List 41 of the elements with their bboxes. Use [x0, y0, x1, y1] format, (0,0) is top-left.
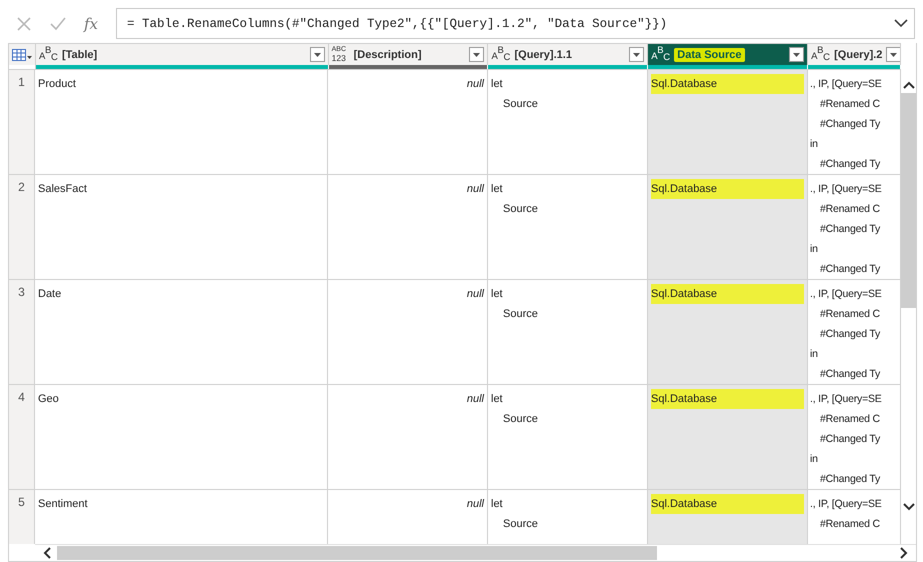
row-number: 1 [9, 70, 35, 174]
text-type-label: AB C [811, 46, 830, 63]
text-type-label: AB C [38, 46, 58, 63]
table-cell: Sql.Database [648, 175, 808, 279]
scroll-up-icon[interactable] [902, 81, 914, 89]
table-cell: ., IP, [Query=SE #Renamed C #Changed Ty in #Changed Ty [808, 385, 901, 489]
table-cell: Sql.Database [648, 385, 808, 489]
dropdown-icon[interactable] [789, 47, 804, 62]
dropdown-icon[interactable] [469, 47, 484, 62]
table-menu-icon[interactable] [12, 48, 32, 60]
scroll-left-icon[interactable] [43, 547, 51, 559]
table-cell: null [328, 70, 488, 174]
table-cell: null [328, 280, 488, 384]
table-cell: Sql.Database [648, 280, 808, 384]
chevron-down-icon[interactable] [894, 19, 908, 28]
formula-field[interactable]: = Table.RenameColumns(#"Changed Type2",{{"[Query].1.2", "Data Source"}}) [116, 8, 915, 39]
row-number: 5 [9, 490, 35, 544]
row-number: 2 [9, 175, 35, 279]
table-cell: Product [35, 70, 328, 174]
text-type-label: AB C [651, 46, 670, 63]
table-cell: Geo [35, 385, 328, 489]
table-cell: Sql.Database [648, 70, 808, 174]
table-cell: ., IP, [Query=SE #Renamed C [808, 490, 901, 544]
checkmark-icon[interactable] [50, 16, 66, 30]
row-number: 4 [9, 385, 35, 489]
table-cell: null [328, 175, 488, 279]
text-type-label: AB C [491, 46, 510, 63]
dropdown-icon[interactable] [629, 47, 644, 62]
dropdown-icon[interactable] [310, 47, 325, 62]
table-cell: null [328, 385, 488, 489]
column-header[interactable]: AB C Data Source [648, 44, 808, 65]
vertical-scrollbar-thumb[interactable] [901, 93, 916, 308]
dropdown-icon[interactable] [886, 47, 900, 62]
scroll-down-icon[interactable] [902, 503, 914, 511]
scroll-right-icon[interactable] [900, 547, 908, 559]
table-cell: Date [35, 280, 328, 384]
row-number: 3 [9, 280, 35, 384]
horizontal-scrollbar-thumb[interactable] [57, 546, 657, 560]
table-cell: SalesFact [35, 175, 328, 279]
table-cell: Sql.Database [648, 490, 808, 544]
fx-button[interactable]: fx [84, 14, 98, 32]
